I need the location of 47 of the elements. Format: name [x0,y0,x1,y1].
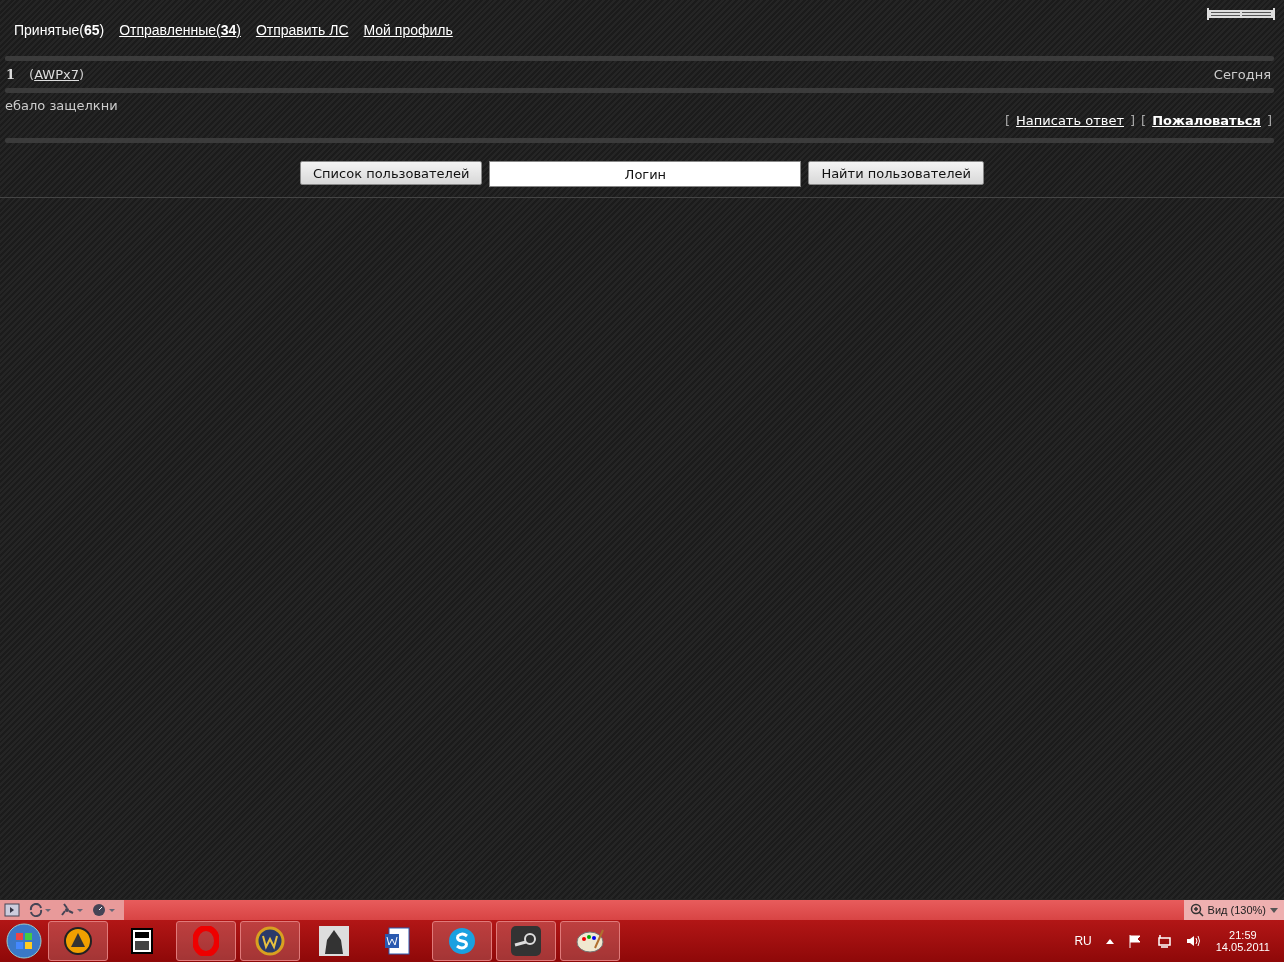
caret-up-icon[interactable] [1105,938,1114,944]
action-link[interactable]: Написать ответ [1016,113,1124,128]
message-number: 1 [6,67,16,82]
refresh-icon[interactable] [28,903,52,917]
calculator-icon [130,927,154,955]
bracket: ( [29,67,35,82]
document-icon [383,926,413,956]
language-indicator[interactable]: RU [1074,934,1092,948]
s-bubble-icon [447,926,477,956]
message-date: Сегодня [1213,67,1271,82]
nav-link[interactable]: Отправить ЛС [255,22,349,38]
taskbar-app-button[interactable] [48,921,108,961]
hooded-figure-icon [319,926,349,956]
syringe-icon [1206,6,1276,22]
speaker-icon[interactable] [1185,934,1202,948]
find-users-button[interactable]: Найти пользователей [808,161,984,185]
start-orb-icon[interactable] [4,922,44,960]
login-field[interactable]: Логин [489,161,802,187]
taskbar-app-button[interactable] [432,921,492,961]
nav-link[interactable]: Мой профиль [363,22,453,38]
clock-time: 21:59 [1229,929,1257,941]
message-text: ебало защелкни [4,97,119,113]
triangle-disc-icon [63,926,93,956]
zoom-label: Вид (130%) [1207,904,1266,916]
letter-o-icon [193,926,219,956]
bracket: ] [1130,113,1136,128]
author-link[interactable]: AWPx7 [34,67,79,82]
taskbar-app-button[interactable] [496,921,556,961]
user-list-button[interactable]: Список пользователей [300,161,483,185]
nav-link[interactable]: Отправленные(34) [119,22,241,38]
bracket: ) [78,67,85,82]
clock-date: 14.05.2011 [1215,941,1270,953]
bracket: [ [1141,113,1147,128]
caret-icon [1270,907,1278,913]
zoom-button[interactable]: Вид (130%) [1183,900,1284,920]
bracket: ] [1266,113,1272,128]
speedometer-icon[interactable] [92,903,116,917]
clock[interactable]: 21:59 14.05.2011 [1215,929,1270,953]
zoom-in-icon [1189,903,1204,917]
action-link[interactable]: Пожаловаться [1152,113,1261,128]
network-icon[interactable] [1155,934,1172,948]
bracket: [ [1004,113,1011,128]
panel-toggle-icon[interactable] [4,903,20,917]
flag-icon[interactable] [1127,934,1142,948]
fan-icon[interactable] [60,903,84,917]
nav-link[interactable]: Принятые(65) [14,22,105,38]
w-emblem-icon [255,926,285,956]
